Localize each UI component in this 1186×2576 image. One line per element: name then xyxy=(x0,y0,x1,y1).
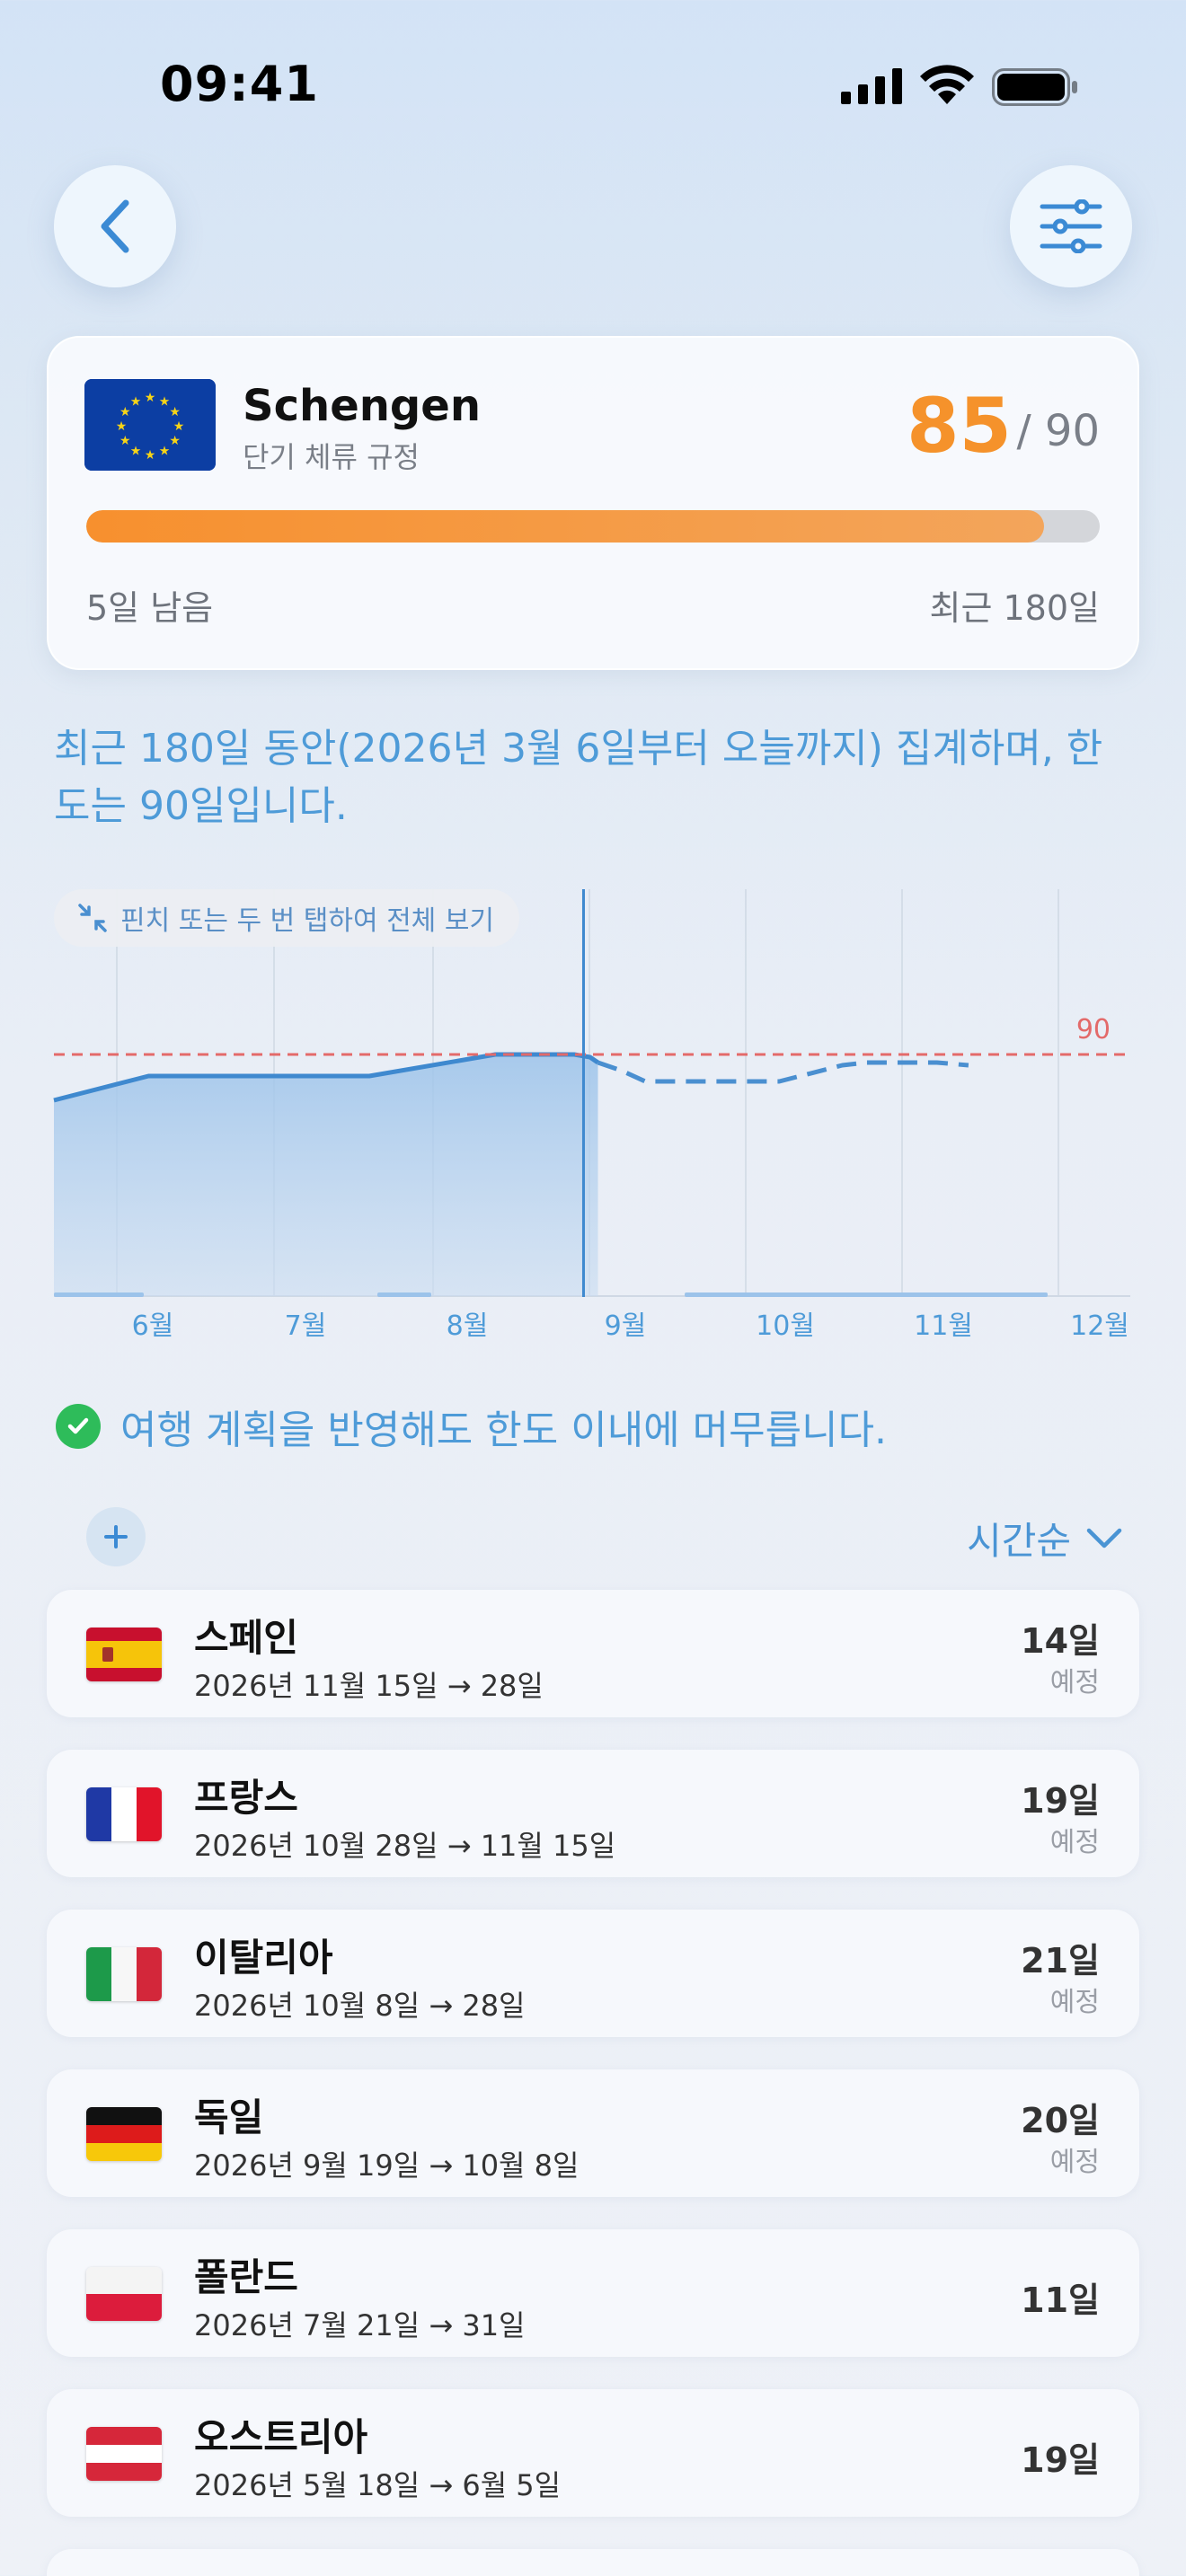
trip-row[interactable]: 독일 2026년 9월 19일 → 10월 8일 20일예정 xyxy=(47,2069,1139,2197)
trip-dates: 2026년 10월 28일 → 11월 15일 xyxy=(194,1829,616,1863)
trip-bar xyxy=(54,1292,144,1297)
trip-planned-badge: 예정 xyxy=(1049,1827,1100,1858)
battery-icon xyxy=(992,68,1077,106)
trip-bar xyxy=(685,1292,1048,1297)
x-tick-label: 10월 xyxy=(756,1310,815,1342)
limit-status-text: 여행 계획을 반영해도 한도 이내에 머무릅니다. xyxy=(120,1407,888,1453)
spain-flag-icon xyxy=(86,1628,162,1681)
trip-row[interactable]: 오스트리아 2026년 5월 18일 → 6월 5일 19일 xyxy=(47,2389,1139,2517)
check-circle-icon xyxy=(56,1404,101,1449)
trip-planned-badge: 예정 xyxy=(1049,1667,1100,1698)
trip-row[interactable] xyxy=(47,2549,1139,2576)
eu-star-icon: ★ xyxy=(159,394,171,409)
poland-flag-icon xyxy=(86,2267,162,2321)
trip-days: 19일 xyxy=(1021,1781,1100,1821)
x-tick-label: 12월 xyxy=(1070,1310,1129,1342)
trip-row[interactable]: 프랑스 2026년 10월 28일 → 11월 15일 19일예정 xyxy=(47,1750,1139,1877)
chevron-left-icon xyxy=(101,199,129,253)
region-subtitle: 단기 체류 규정 xyxy=(243,440,420,474)
limit-label: 90 xyxy=(1076,1014,1111,1045)
usage-progress-fill xyxy=(86,510,1044,543)
trip-country: 프랑스 xyxy=(194,1776,298,1820)
days-used: 85 xyxy=(907,382,1012,470)
trip-dates: 2026년 5월 18일 → 6월 5일 xyxy=(194,2468,562,2502)
trip-dates: 2026년 10월 8일 → 28일 xyxy=(194,1989,526,2023)
trip-row[interactable]: 폴란드 2026년 7월 21일 → 31일 11일 xyxy=(47,2229,1139,2357)
eu-star-icon: ★ xyxy=(130,445,142,459)
trip-days: 19일 xyxy=(1021,2440,1100,2480)
trip-dates: 2026년 9월 19일 → 10월 8일 xyxy=(194,2148,580,2183)
italy-flag-icon xyxy=(86,1947,162,2001)
add-trip-button[interactable] xyxy=(86,1507,146,1566)
trip-days: 21일 xyxy=(1021,1941,1100,1981)
eu-star-icon: ★ xyxy=(169,434,181,448)
trip-days: 11일 xyxy=(1021,2280,1100,2320)
eu-star-icon: ★ xyxy=(130,394,142,409)
trip-row[interactable]: 이탈리아 2026년 10월 8일 → 28일 21일예정 xyxy=(47,1910,1139,2037)
trip-dates: 2026년 7월 21일 → 31일 xyxy=(194,2308,526,2342)
eu-star-icon: ★ xyxy=(145,391,156,405)
usage-area xyxy=(54,1054,598,1296)
plus-icon xyxy=(104,1525,128,1548)
eu-star-icon: ★ xyxy=(119,434,131,448)
trip-country: 폴란드 xyxy=(194,2255,298,2299)
collapse-arrows-icon xyxy=(78,904,107,932)
days-max: / 90 xyxy=(1016,406,1100,456)
trip-country: 이탈리아 xyxy=(194,1936,333,1980)
x-tick-label: 6월 xyxy=(132,1310,174,1342)
austria-flag-icon xyxy=(86,2427,162,2481)
eu-star-icon: ★ xyxy=(173,419,185,434)
region-title: Schengen xyxy=(243,381,482,431)
trip-bar xyxy=(377,1292,431,1297)
trip-country: 스페인 xyxy=(194,1616,298,1660)
trip-dates: 2026년 11월 15일 → 28일 xyxy=(194,1669,544,1703)
pinch-hint-text: 핀치 또는 두 번 탭하여 전체 보기 xyxy=(120,905,495,937)
sliders-icon xyxy=(1040,199,1102,253)
eu-star-icon: ★ xyxy=(169,405,181,419)
window-label: 최근 180일 xyxy=(929,588,1101,628)
eu-star-icon: ★ xyxy=(145,448,156,463)
usage-progress-bar xyxy=(86,510,1100,543)
trip-planned-badge: 예정 xyxy=(1049,2147,1100,2178)
trip-days: 14일 xyxy=(1021,1621,1100,1661)
wifi-icon xyxy=(920,65,974,104)
projected-line xyxy=(597,1060,969,1084)
filter-button[interactable] xyxy=(1010,165,1132,287)
france-flag-icon xyxy=(86,1787,162,1841)
trip-country: 독일 xyxy=(194,2095,264,2139)
eu-flag-icon: ★ ★★★★★★★★★★★ xyxy=(84,379,216,471)
limit-status: 여행 계획을 반영해도 한도 이내에 머무릅니다. xyxy=(56,1398,887,1455)
x-tick-label: 9월 xyxy=(605,1310,647,1342)
x-tick-label: 11월 xyxy=(914,1310,973,1342)
eu-star-icon: ★ xyxy=(116,419,128,434)
back-button[interactable] xyxy=(54,165,176,287)
days-remaining: 5일 남음 xyxy=(86,588,214,628)
trip-planned-badge: 예정 xyxy=(1049,1987,1100,2018)
eu-star-icon: ★ xyxy=(119,405,131,419)
usage-chart[interactable]: 90 6월 7월 8월 9월 10월 11월 12월 xyxy=(0,880,1186,1347)
pinch-hint: 핀치 또는 두 번 탭하여 전체 보기 xyxy=(54,889,520,947)
status-time: 09:41 xyxy=(160,56,319,112)
sort-dropdown[interactable]: 시간순 xyxy=(967,1511,1123,1566)
sort-label: 시간순 xyxy=(967,1519,1071,1563)
eu-star-icon: ★ xyxy=(159,445,171,459)
germany-flag-icon xyxy=(86,2107,162,2161)
cellular-signal-icon xyxy=(841,68,902,104)
rule-description: 최근 180일 동안(2026년 3월 6일부터 오늘까지) 집계하며, 한도는… xyxy=(54,726,1103,829)
trip-row[interactable]: 스페인 2026년 11월 15일 → 28일 14일예정 xyxy=(47,1590,1139,1717)
x-tick-label: 8월 xyxy=(447,1310,489,1342)
chevron-down-icon xyxy=(1086,1528,1122,1548)
trip-country: 오스트리아 xyxy=(194,2415,368,2459)
trip-days: 20일 xyxy=(1021,2101,1100,2140)
x-tick-label: 7월 xyxy=(285,1310,327,1342)
